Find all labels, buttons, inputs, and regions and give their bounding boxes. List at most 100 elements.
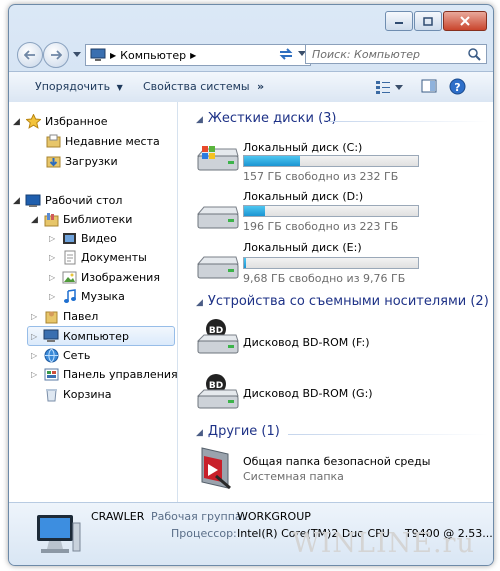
computer-large-icon — [37, 515, 81, 553]
drive-usage-fill — [244, 156, 300, 166]
preview-pane-icon[interactable] — [421, 79, 437, 94]
video-library-icon — [61, 231, 77, 247]
drive-name: Локальный диск (C:) — [243, 141, 363, 154]
drive-free-space: 196 ГБ свободно из 223 ГБ — [243, 220, 399, 233]
nav-computer[interactable]: ▷ Компьютер — [27, 326, 175, 346]
nav-control-panel[interactable]: ▷ Панель управления — [31, 365, 178, 384]
search-placeholder: Поиск: Компьютер — [312, 47, 420, 61]
group-removable[interactable]: ◢ Устройства со съемными носителями (2) — [196, 294, 489, 309]
organize-button[interactable]: Упорядочить ▼ — [35, 80, 123, 93]
explorer-window: ▶ Компьютер ▶ Поиск: Компьютер Упорядочи… — [8, 4, 494, 566]
drive-usage-bar — [243, 155, 419, 167]
computer-icon — [43, 328, 59, 344]
change-view-icon[interactable] — [375, 80, 391, 94]
view-dropdown-icon[interactable] — [395, 85, 403, 90]
group-other[interactable]: ◢ Другие (1) — [196, 424, 280, 439]
nav-libraries-label: Библиотеки — [63, 213, 133, 226]
workgroup-label: Рабочая группа: — [151, 510, 246, 523]
minimize-button[interactable] — [385, 11, 413, 31]
collapsed-arrow-icon[interactable]: ▷ — [31, 370, 43, 379]
collapsed-arrow-icon[interactable]: ▷ — [31, 351, 43, 360]
forward-arrow-icon — [51, 50, 62, 60]
nav-video-label: Видео — [81, 232, 117, 245]
computer-name: CRAWLER — [91, 510, 145, 523]
nav-documents[interactable]: ▷ Документы — [49, 248, 147, 267]
recent-places-icon — [45, 134, 61, 150]
collapsed-arrow-icon[interactable]: ▷ — [49, 234, 61, 243]
help-icon[interactable]: ? — [449, 78, 466, 95]
nav-music-label: Музыка — [81, 290, 125, 303]
more-commands-button[interactable]: » — [257, 80, 264, 93]
forward-button[interactable] — [43, 42, 69, 68]
nav-favorites-label: Избранное — [45, 115, 108, 128]
breadcrumb-arrow-icon[interactable]: ▶ — [190, 51, 196, 60]
search-input[interactable]: Поиск: Компьютер — [305, 44, 487, 64]
collapsed-arrow-icon[interactable]: ▷ — [31, 312, 43, 321]
nav-recycle-bin[interactable]: Корзина — [43, 385, 111, 404]
drive-name: Локальный диск (E:) — [243, 241, 362, 254]
group-divider — [328, 121, 488, 122]
collapsed-arrow-icon[interactable]: ▷ — [31, 332, 43, 341]
desktop-icon — [25, 193, 41, 209]
recycle-bin-icon — [43, 387, 59, 403]
collapsed-arrow-icon[interactable]: ▷ — [49, 273, 61, 282]
expanded-arrow-icon[interactable]: ◢ — [13, 196, 25, 206]
group-collapse-icon[interactable]: ◢ — [196, 428, 203, 438]
nav-user-label: Павел — [63, 310, 99, 323]
nav-recycle-bin-label: Корзина — [63, 388, 112, 401]
breadcrumb-computer[interactable]: Компьютер — [120, 49, 186, 62]
system-properties-button[interactable]: Свойства системы — [143, 80, 250, 93]
nav-desktop[interactable]: ◢ Рабочий стол — [13, 191, 122, 210]
back-button[interactable] — [17, 42, 43, 68]
recent-pages-dropdown-icon[interactable] — [73, 52, 81, 57]
processor-label: Процессор: — [171, 527, 237, 540]
refresh-icon[interactable] — [277, 45, 295, 63]
images-library-icon — [61, 270, 77, 286]
nav-recent-places[interactable]: Недавние места — [45, 132, 160, 151]
group-hard-disks[interactable]: ◢ Жесткие диски (3) — [196, 111, 337, 126]
nav-network[interactable]: ▷ Сеть — [31, 346, 90, 365]
documents-library-icon — [61, 250, 77, 266]
nav-images[interactable]: ▷ Изображения — [49, 268, 160, 287]
bd-rom-drive-icon: BD — [196, 319, 239, 354]
watermark: WINLINE.ru — [292, 528, 475, 559]
nav-downloads[interactable]: Загрузки — [45, 152, 118, 171]
workgroup-value: WORKGROUP — [237, 510, 311, 523]
drive-free-space: 157 ГБ свободно из 232 ГБ — [243, 170, 399, 183]
nav-libraries[interactable]: ◢ Библиотеки — [31, 210, 132, 229]
drive-usage-fill — [244, 258, 246, 268]
nav-video[interactable]: ▷ Видео — [49, 229, 117, 248]
nav-documents-label: Документы — [81, 251, 147, 264]
other-item-name: Общая папка безопасной среды — [243, 455, 431, 468]
hard-drive-icon — [196, 206, 239, 229]
collapsed-arrow-icon[interactable]: ▷ — [49, 292, 61, 301]
breadcrumb-arrow-icon[interactable]: ▶ — [110, 51, 116, 60]
organize-dropdown-icon: ▼ — [116, 83, 123, 92]
music-library-icon — [61, 289, 77, 305]
nav-music[interactable]: ▷ Музыка — [49, 287, 125, 306]
group-collapse-icon[interactable]: ◢ — [196, 298, 203, 308]
drive-usage-bar — [243, 257, 419, 269]
expanded-arrow-icon[interactable]: ◢ — [31, 215, 43, 225]
libraries-icon — [43, 212, 59, 228]
windows-drive-icon — [196, 146, 239, 171]
search-icon[interactable] — [468, 48, 481, 61]
svg-text:?: ? — [454, 81, 460, 94]
expanded-arrow-icon[interactable]: ◢ — [13, 117, 25, 127]
address-row: ▶ Компьютер ▶ Поиск: Компьютер — [9, 39, 493, 69]
collapsed-arrow-icon[interactable]: ▷ — [49, 253, 61, 262]
close-button[interactable] — [443, 11, 487, 31]
drive-name: Дисковод BD-ROM (G:) — [243, 387, 373, 400]
maximize-icon — [423, 16, 433, 26]
close-icon — [460, 16, 470, 26]
command-bar: Упорядочить ▼ Свойства системы » ? — [9, 71, 493, 103]
hard-drive-icon — [196, 256, 239, 279]
group-collapse-icon[interactable]: ◢ — [196, 115, 203, 125]
maximize-button[interactable] — [414, 11, 442, 31]
navigation-pane: ◢ Избранное Недавние места Загрузки ◢ Ра… — [9, 102, 178, 502]
nav-favorites[interactable]: ◢ Избранное — [13, 112, 107, 131]
group-removable-label: Устройства со съемными носителями (2) — [207, 294, 489, 309]
back-arrow-icon — [24, 50, 35, 60]
nav-user[interactable]: ▷ Павел — [31, 307, 98, 326]
caption-buttons — [385, 11, 487, 31]
